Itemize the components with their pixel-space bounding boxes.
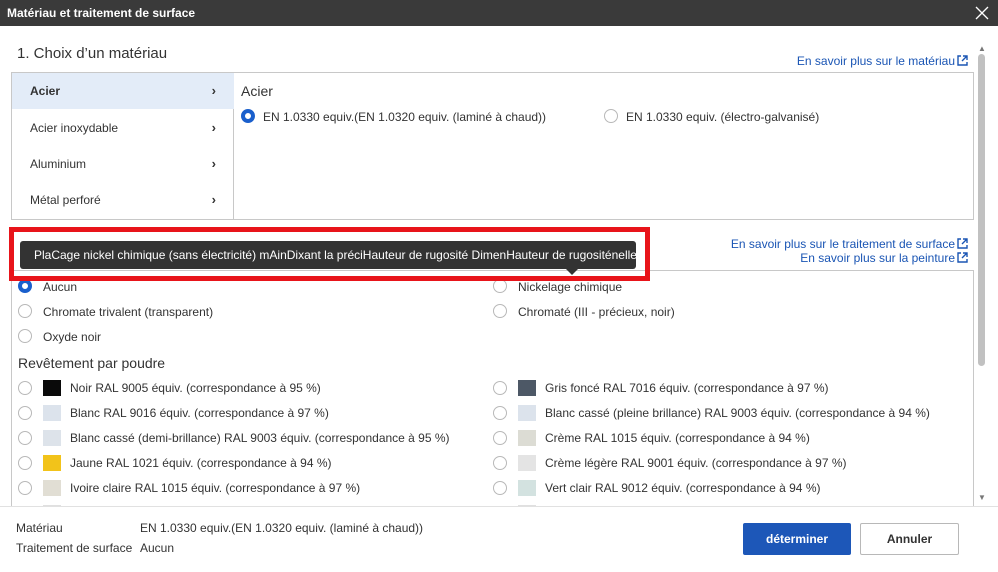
powder-radio-creme-1015[interactable]	[493, 431, 507, 445]
surface-option-label: Chromaté (III - précieux, noir)	[518, 305, 675, 319]
external-link-icon	[955, 54, 968, 68]
surface-option-label: Aucun	[43, 280, 78, 294]
footer-surface-value: Aucun	[140, 541, 175, 555]
category-acier-inoxydable[interactable]: Acier inoxydable ›	[12, 110, 234, 146]
material-option-radio-electro-galvanized[interactable]	[604, 109, 618, 123]
surface-learn-more-label: En savoir plus sur le traitement de surf…	[730, 237, 955, 251]
powder-radio-blanc-9016[interactable]	[18, 406, 32, 420]
material-learn-more-link[interactable]: En savoir plus sur le matériau	[797, 54, 968, 68]
powder-option-label: Crème légère RAL 9001 équiv. (correspond…	[545, 456, 847, 470]
tooltip: PlaCage nickel chimique (sans électricit…	[20, 241, 637, 275]
category-aluminium[interactable]: Aluminium ›	[12, 146, 234, 182]
color-swatch	[518, 480, 536, 496]
surface-treatment-box: Aucun Chromate trivalent (transparent) O…	[11, 270, 974, 506]
surface-option-label: Chromate trivalent (transparent)	[43, 305, 214, 319]
scroll-down-icon[interactable]: ▼	[978, 493, 986, 502]
tooltip-arrow	[566, 269, 578, 275]
footer: Matériau EN 1.0330 equiv.(EN 1.0320 equi…	[0, 506, 998, 572]
color-swatch	[518, 405, 536, 421]
material-learn-more-label: En savoir plus sur le matériau	[796, 54, 955, 68]
category-label: Acier	[30, 84, 61, 98]
powder-radio-gris-7016[interactable]	[493, 381, 507, 395]
close-icon[interactable]	[972, 3, 992, 23]
category-label: Acier inoxydable	[30, 121, 119, 135]
powder-option-label: Blanc RAL 9016 équiv. (correspondance à …	[70, 406, 329, 420]
chevron-right-icon: ›	[211, 83, 216, 98]
powder-radio-blanc-casse-demi[interactable]	[18, 431, 32, 445]
material-option-label: EN 1.0330 equiv. (électro-galvanisé)	[626, 110, 820, 124]
powder-option-label: Ivoire claire RAL 1015 équiv. (correspon…	[70, 481, 361, 495]
surface-radio-oxyde-noir[interactable]	[18, 329, 32, 343]
material-option-label: EN 1.0330 equiv.(EN 1.0320 equiv. (lamin…	[263, 110, 547, 124]
confirm-button[interactable]: déterminer	[743, 523, 851, 555]
powder-radio-creme-legere-9001[interactable]	[493, 456, 507, 470]
color-swatch	[518, 380, 536, 396]
surface-option-label: Nickelage chimique	[518, 280, 623, 294]
scroll-thumb[interactable]	[978, 54, 985, 366]
powder-option-label: Crème RAL 1015 équiv. (correspondance à …	[545, 431, 810, 445]
powder-radio-vert-clair-9012[interactable]	[493, 481, 507, 495]
color-swatch	[43, 405, 61, 421]
material-panel-title: Acier	[241, 83, 273, 99]
material-section-title: 1. Choix d’un matériau	[17, 45, 168, 62]
category-acier[interactable]: Acier ›	[12, 73, 234, 109]
material-box: Acier › Acier inoxydable › Aluminium › M…	[11, 72, 974, 220]
powder-option-label: Gris foncé RAL 7016 équiv. (correspondan…	[545, 381, 829, 395]
surface-radio-chromate-iii[interactable]	[493, 304, 507, 318]
scroll-up-icon[interactable]: ▲	[978, 44, 986, 53]
external-link-icon	[955, 237, 968, 251]
color-swatch	[518, 455, 536, 471]
powder-radio-jaune-1021[interactable]	[18, 456, 32, 470]
powder-option-label: Jaune RAL 1021 équiv. (correspondance à …	[70, 456, 332, 470]
vertical-scrollbar[interactable]: ▲ ▼	[975, 44, 989, 506]
tooltip-text: PlaCage nickel chimique (sans électricit…	[34, 248, 637, 262]
chevron-right-icon: ›	[211, 192, 216, 207]
footer-material-label: Matériau	[16, 521, 63, 535]
category-label: Métal perforé	[30, 193, 101, 207]
surface-option-label: Oxyde noir	[43, 330, 102, 344]
window-title: Matériau et traitement de surface	[7, 6, 196, 20]
chevron-right-icon: ›	[211, 156, 216, 171]
surface-radio-chromate-trivalent[interactable]	[18, 304, 32, 318]
paint-learn-more-link[interactable]: En savoir plus sur la peinture	[800, 251, 968, 265]
powder-radio-noir-9005[interactable]	[18, 381, 32, 395]
color-swatch	[43, 380, 61, 396]
title-bar: Matériau et traitement de surface	[0, 0, 998, 26]
color-swatch	[43, 455, 61, 471]
surface-radio-aucun[interactable]	[18, 279, 32, 293]
cancel-button[interactable]: Annuler	[860, 523, 959, 555]
powder-radio-ivoire-1015[interactable]	[18, 481, 32, 495]
powder-option-label: Vert clair RAL 9012 équiv. (correspondan…	[545, 481, 821, 495]
surface-radio-nickelage-chimique[interactable]	[493, 279, 507, 293]
external-link-icon	[955, 251, 968, 265]
powder-option-label: Blanc cassé (pleine brillance) RAL 9003 …	[545, 406, 930, 420]
footer-material-value: EN 1.0330 equiv.(EN 1.0320 equiv. (lamin…	[140, 521, 424, 535]
color-swatch	[43, 480, 61, 496]
powder-coating-title: Revêtement par poudre	[18, 355, 166, 371]
powder-radio-blanc-casse-pleine[interactable]	[493, 406, 507, 420]
powder-option-label: Noir RAL 9005 équiv. (correspondance à 9…	[70, 381, 321, 395]
powder-option-label: Blanc cassé (demi-brillance) RAL 9003 éq…	[70, 431, 450, 445]
category-label: Aluminium	[30, 157, 87, 171]
chevron-right-icon: ›	[211, 120, 216, 135]
category-metal-perfore[interactable]: Métal perforé ›	[12, 182, 234, 218]
material-option-radio-hot-rolled[interactable]	[241, 109, 255, 123]
color-swatch	[43, 430, 61, 446]
surface-learn-more-link[interactable]: En savoir plus sur le traitement de surf…	[731, 237, 968, 251]
paint-learn-more-label: En savoir plus sur la peinture	[800, 251, 955, 265]
material-category-list: Acier › Acier inoxydable › Aluminium › M…	[12, 73, 234, 219]
color-swatch	[518, 430, 536, 446]
footer-surface-label: Traitement de surface	[16, 541, 133, 555]
